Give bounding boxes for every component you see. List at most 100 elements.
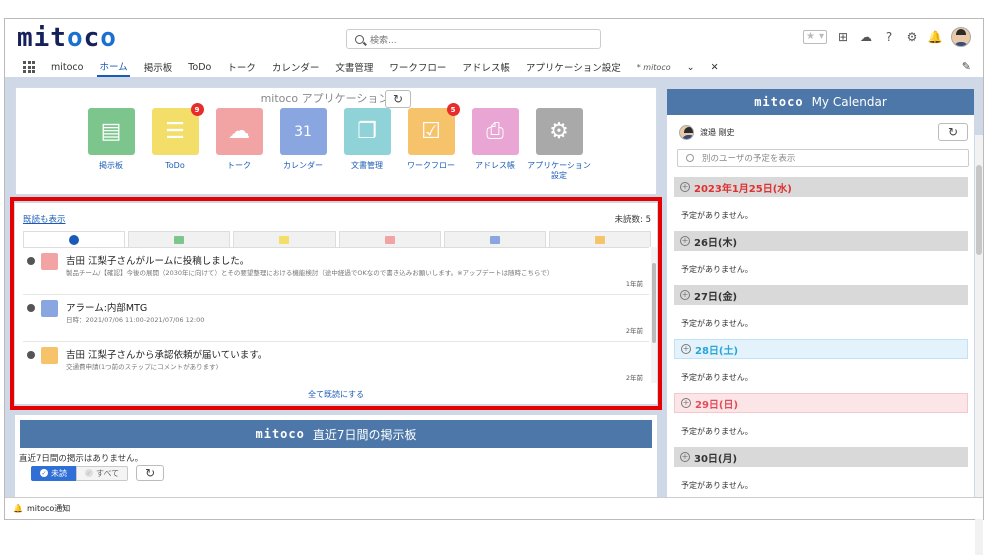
app-list-refresh-button[interactable]: ↻ bbox=[385, 90, 411, 108]
app-label-line: ワークフロー bbox=[407, 161, 455, 170]
talk-icon bbox=[384, 235, 395, 244]
todo-icon bbox=[279, 235, 290, 244]
app-icon: ☑ 5 bbox=[407, 103, 460, 155]
nav-tab-todo[interactable]: ToDo bbox=[186, 60, 213, 75]
nav-tab-talk[interactable]: トーク bbox=[225, 58, 258, 76]
app-tile[interactable]: ☑ 5 ワークフロー bbox=[406, 103, 460, 181]
app-label: 文書管理 bbox=[351, 161, 383, 171]
notification-detail: 交通費申請(1つ前のステップにコメントがあります) bbox=[66, 363, 219, 371]
app-tile[interactable]: ☁ トーク bbox=[214, 108, 264, 181]
filter-unread-label: 未読 bbox=[51, 468, 67, 478]
app-icon: ❐ bbox=[343, 108, 391, 155]
notification-panel: 既読も表示 未読数: 5 吉田 江梨子さんがルームに投稿しました。 製品チーム/【… bbox=[15, 203, 657, 404]
chevron-down-icon[interactable]: ⌄ bbox=[685, 60, 697, 75]
nav-tab-calendar[interactable]: カレンダー bbox=[270, 58, 322, 76]
calendar-day-header[interactable]: +29日(日) bbox=[674, 393, 968, 413]
global-search-input[interactable]: 検索... bbox=[346, 29, 601, 49]
app-tile[interactable]: ☰ 9 ToDo bbox=[150, 103, 204, 181]
tab-mitoco[interactable] bbox=[23, 231, 126, 247]
calendar-day-header[interactable]: +30日(月) bbox=[674, 447, 968, 467]
nav-tab-documents[interactable]: 文書管理 bbox=[333, 58, 375, 76]
board-refresh-button[interactable]: ↻ bbox=[136, 465, 165, 481]
calendar-day-label: 28日(土) bbox=[695, 345, 739, 357]
notification-time: 2年前 bbox=[625, 374, 643, 382]
notification-list: 吉田 江梨子さんがルームに投稿しました。 製品チーム/【確認】今後の展開（2030… bbox=[23, 247, 649, 383]
notification-scrollbar[interactable] bbox=[651, 247, 657, 383]
notification-time: 1年前 bbox=[625, 280, 643, 288]
add-event-icon[interactable]: + bbox=[680, 236, 690, 246]
show-read-link[interactable]: 既読も表示 bbox=[23, 213, 66, 225]
chevron-down-icon: ▾ bbox=[818, 31, 824, 42]
app-launcher-icon[interactable] bbox=[23, 61, 35, 73]
help-icon[interactable]: ? bbox=[882, 30, 896, 44]
app-tile[interactable]: 31 カレンダー bbox=[278, 108, 328, 181]
add-event-icon[interactable]: + bbox=[680, 290, 690, 300]
cloud-icon[interactable]: ☁ bbox=[859, 30, 873, 44]
nav-tab-home[interactable]: ホーム bbox=[97, 57, 130, 77]
notification-title: 吉田 江梨子さんから承認依頼が届いています。 bbox=[66, 350, 268, 361]
app-tile[interactable]: ⚙ アプリケーション 設定 bbox=[527, 108, 591, 181]
add-event-icon[interactable]: + bbox=[680, 182, 690, 192]
calendar-day-header[interactable]: +26日(木) bbox=[674, 231, 968, 251]
calendar-refresh-button[interactable]: ↻ bbox=[938, 123, 968, 141]
unread-dot-icon bbox=[27, 304, 35, 312]
app-tile[interactable]: ▤ 掲示板 bbox=[86, 108, 136, 181]
mitoco-notification-label[interactable]: mitoco通知 bbox=[27, 503, 70, 514]
tab-calendar[interactable] bbox=[443, 231, 546, 247]
calendar-header: mitoco My Calendar bbox=[667, 89, 974, 115]
add-event-icon[interactable]: + bbox=[680, 452, 690, 462]
app-label: ToDo bbox=[165, 161, 184, 171]
calendar-day-header[interactable]: +28日(土) bbox=[674, 339, 968, 359]
close-icon[interactable]: ✕ bbox=[709, 60, 721, 75]
filter-all-button[interactable]: ✓ すべて bbox=[76, 465, 129, 481]
utility-bar: 🔔 mitoco通知 bbox=[5, 497, 983, 519]
nav-tab-board[interactable]: 掲示板 bbox=[142, 58, 175, 76]
gear-icon[interactable]: ⚙ bbox=[905, 30, 919, 44]
user-avatar[interactable] bbox=[951, 27, 971, 47]
favorites-button[interactable]: ★ ▾ bbox=[803, 30, 827, 44]
app-tile[interactable]: ⎙ アドレス帳 bbox=[470, 108, 520, 181]
calendar-day-label: 26日(木) bbox=[694, 237, 738, 249]
tab-talk[interactable] bbox=[338, 231, 441, 247]
no-events-text: 予定がありません。 bbox=[681, 319, 753, 328]
add-icon[interactable]: ⊞ bbox=[836, 30, 850, 44]
no-events-text: 予定がありません。 bbox=[681, 265, 753, 274]
calendar-user: 渡邉 剛史 bbox=[679, 125, 735, 140]
calendar-day-header[interactable]: +27日(金) bbox=[674, 285, 968, 305]
nav-tab-address-book[interactable]: アドレス帳 bbox=[460, 58, 512, 76]
nav-tab-mitoco[interactable]: * mitoco bbox=[635, 61, 673, 74]
mitoco-logo[interactable]: mitoco bbox=[17, 23, 117, 53]
no-events-text: 予定がありません。 bbox=[681, 481, 753, 490]
app-tile[interactable]: ❐ 文書管理 bbox=[342, 108, 392, 181]
filter-unread-button[interactable]: ✓ 未読 bbox=[31, 465, 76, 481]
page-scrollbar[interactable] bbox=[975, 135, 983, 555]
nav-tab-app-settings[interactable]: アプリケーション設定 bbox=[524, 58, 623, 76]
nav-app-name: mitoco bbox=[51, 61, 84, 73]
notification-row[interactable]: アラーム:内部MTG 日時：2021/07/06 11:00-2021/07/06… bbox=[23, 295, 649, 342]
header-tools: ★ ▾ ⊞ ☁ ? ⚙ 🔔 bbox=[803, 27, 971, 47]
add-event-icon[interactable]: + bbox=[681, 398, 691, 408]
app-label-line: トーク bbox=[227, 161, 251, 170]
unread-count: 未読数: 5 bbox=[614, 215, 651, 225]
edit-pencil-icon[interactable]: ✎ bbox=[962, 60, 971, 73]
bell-icon: 🔔 bbox=[13, 504, 23, 513]
workflow-icon bbox=[594, 235, 605, 244]
calendar-day-header[interactable]: +2023年1月25日(水) bbox=[674, 177, 968, 197]
tab-board[interactable] bbox=[128, 231, 231, 247]
tab-workflow[interactable] bbox=[548, 231, 652, 247]
main-content: mitoco アプリケーション一覧 ↻ ▤ 掲示板 ☰ 9 ToDo ☁ トーク 31 カレンダ… bbox=[5, 77, 983, 555]
mark-all-read-link[interactable]: 全て既読にする bbox=[15, 389, 657, 400]
count-badge: 9 bbox=[190, 103, 204, 116]
bell-icon[interactable]: 🔔 bbox=[928, 30, 943, 44]
calendar-user-search-input[interactable]: 別のユーザの予定を表示 bbox=[677, 149, 969, 167]
calendar-day-label: 29日(日) bbox=[695, 399, 739, 411]
notification-row[interactable]: 吉田 江梨子さんから承認依頼が届いています。 交通費申請(1つ前のステップにコメン… bbox=[23, 342, 649, 383]
nav-tab-workflow[interactable]: ワークフロー bbox=[387, 58, 448, 76]
unread-dot-icon bbox=[27, 351, 35, 359]
add-event-icon[interactable]: + bbox=[681, 344, 691, 354]
tab-todo[interactable] bbox=[233, 231, 336, 247]
app-label: ワークフロー bbox=[407, 161, 455, 171]
check-icon: ✓ bbox=[40, 469, 48, 477]
notification-row[interactable]: 吉田 江梨子さんがルームに投稿しました。 製品チーム/【確認】今後の展開（2030… bbox=[23, 248, 649, 295]
calendar-search-placeholder: 別のユーザの予定を表示 bbox=[702, 154, 796, 164]
